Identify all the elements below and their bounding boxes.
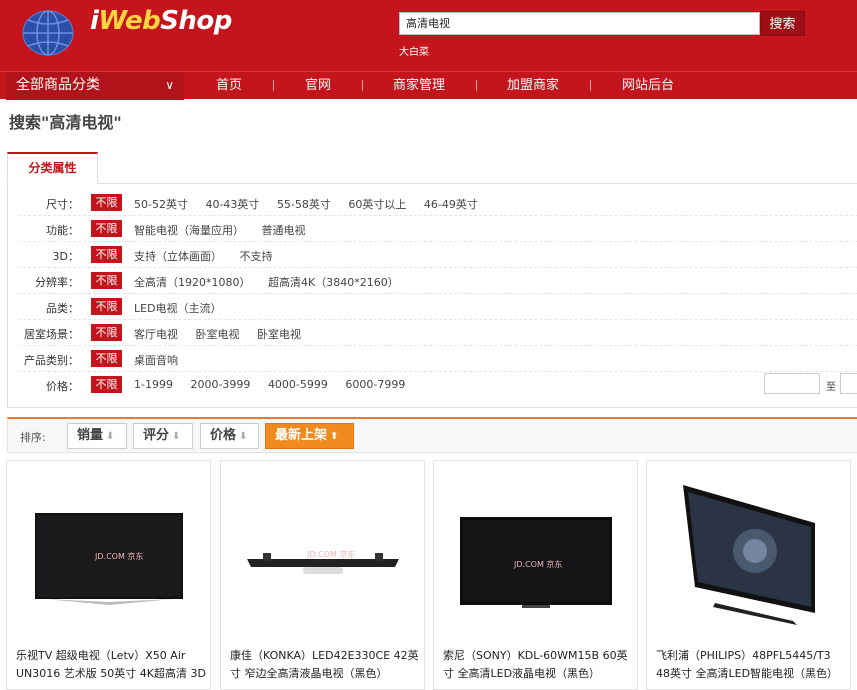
filter-option[interactable]: 1-1999 (134, 378, 173, 391)
tab-category-attributes[interactable]: 分类属性 (7, 152, 98, 184)
product-name[interactable]: 乐视TV 超级电视（Letv）X50 Air UN3016 艺术版 50英寸 4… (16, 647, 208, 683)
filter-unlimited-button[interactable]: 不限 (91, 272, 122, 289)
filter-row-resolution: 分辨率： 不限 全高清（1920*1080） 超高清4K（3840*2160） (18, 268, 857, 294)
filter-label: 分辨率： (35, 276, 79, 289)
nav-item-home[interactable]: 首页 (216, 72, 242, 100)
filter-label: 品类： (46, 302, 79, 315)
filter-option[interactable]: 55-58英寸 (277, 198, 331, 211)
filter-unlimited-button[interactable]: 不限 (91, 298, 122, 315)
image-watermark: JD.COM 京东 (513, 559, 562, 569)
filter-option[interactable]: 全高清（1920*1080） (134, 276, 251, 289)
price-min-input[interactable] (764, 373, 820, 394)
filter-unlimited-button[interactable]: 不限 (91, 194, 122, 211)
product-card[interactable]: JD.COM 京东 索尼（SONY）KDL-60WM15B 60英寸 全高清LE… (433, 460, 638, 690)
sort-button-label: 价格 (210, 428, 237, 443)
filter-label: 尺寸： (46, 198, 79, 211)
product-card[interactable]: JD.COM 京东 康佳（KONKA）LED42E330CE 42英寸 窄边全高… (220, 460, 425, 690)
filter-option[interactable]: 支持（立体画面） (134, 250, 222, 263)
filter-option[interactable]: 普通电视 (262, 224, 306, 237)
price-range-separator: 至 (826, 382, 836, 393)
filter-row-type: 品类： 不限 LED电视（主流） (18, 294, 857, 320)
logo-globe-icon (22, 10, 74, 56)
sort-button-label: 最新上架 (275, 428, 328, 443)
nav-divider (476, 80, 477, 91)
nav-divider (362, 80, 363, 91)
filter-label: 功能： (46, 224, 79, 237)
filter-option[interactable]: 4000-5999 (268, 378, 328, 391)
product-name[interactable]: 索尼（SONY）KDL-60WM15B 60英寸 全高清LED液晶电视（黑色） (443, 647, 635, 683)
product-image[interactable]: JD.COM 京东 (25, 475, 193, 645)
filter-panel: 尺寸： 不限 50-52英寸 40-43英寸 55-58英寸 60英寸以上 46… (7, 183, 857, 408)
sort-rating-button[interactable]: 评分 ⬇ (133, 423, 193, 449)
sort-button-label: 评分 (143, 428, 170, 443)
filter-option[interactable]: LED电视（主流） (134, 302, 222, 315)
arrow-up-icon: ⬆ (330, 431, 339, 442)
filter-label: 价格： (46, 380, 79, 393)
all-categories-label: 全部商品分类 (16, 77, 100, 93)
nav-item-join[interactable]: 加盟商家 (507, 72, 559, 100)
product-name[interactable]: 飞利浦（PHILIPS）48PFL5445/T3 48英寸 全高清LED智能电视… (656, 647, 848, 683)
filter-option[interactable]: 智能电视（海量应用） (134, 224, 244, 237)
product-image[interactable]: JD.COM 京东 (452, 475, 620, 645)
filter-unlimited-button[interactable]: 不限 (91, 376, 122, 393)
filter-row-room: 居室场景： 不限 客厅电视 卧室电视 卧室电视 (18, 320, 857, 346)
sort-button-label: 销量 (77, 428, 104, 443)
filter-option[interactable]: 40-43英寸 (205, 198, 259, 211)
filter-row-function: 功能： 不限 智能电视（海量应用） 普通电视 (18, 216, 857, 242)
filter-option[interactable]: 卧室电视 (196, 328, 240, 341)
main-nav: 全部商品分类 ∨ 首页 官网 商家管理 加盟商家 网站后台 (0, 71, 857, 100)
chevron-down-icon: ∨ (165, 78, 174, 92)
filter-unlimited-button[interactable]: 不限 (91, 220, 122, 237)
filter-option[interactable]: 不支持 (240, 250, 273, 263)
sort-price-button[interactable]: 价格 ⬇ (200, 423, 259, 449)
filter-label: 产品类别： (24, 354, 79, 367)
all-categories-menu[interactable]: 全部商品分类 ∨ (6, 72, 184, 100)
site-header: iWebShop 高清电视 搜索 大白菜 (0, 0, 857, 71)
search-input[interactable]: 高清电视 (399, 12, 760, 35)
image-watermark: JD.COM 京东 (94, 551, 143, 561)
filter-option[interactable]: 客厅电视 (134, 328, 178, 341)
filter-option[interactable]: 6000-7999 (345, 378, 405, 391)
filter-unlimited-button[interactable]: 不限 (91, 350, 122, 367)
filter-row-product-category: 产品类别： 不限 桌面音响 (18, 346, 857, 372)
search-button[interactable]: 搜索 (760, 11, 805, 36)
site-logo[interactable]: iWebShop (90, 6, 232, 36)
page-title: 搜索"高清电视" (9, 113, 122, 132)
filter-row-price: 价格： 不限 1-1999 2000-3999 4000-5999 6000-7… (18, 372, 857, 398)
product-image[interactable] (665, 475, 833, 645)
product-card[interactable]: 飞利浦（PHILIPS）48PFL5445/T3 48英寸 全高清LED智能电视… (646, 460, 851, 690)
image-watermark: JD.COM 京东 (306, 549, 355, 559)
hot-search-link[interactable]: 大白菜 (399, 43, 429, 58)
nav-item-backend[interactable]: 网站后台 (622, 72, 674, 100)
sort-label: 排序: (20, 431, 46, 444)
filter-label: 3D： (52, 250, 79, 263)
sort-newest-button[interactable]: 最新上架 ⬆ (265, 423, 354, 449)
filter-option[interactable]: 60英寸以上 (348, 198, 406, 211)
product-image[interactable]: JD.COM 京东 (239, 475, 407, 645)
product-name[interactable]: 康佳（KONKA）LED42E330CE 42英寸 窄边全高清液晶电视（黑色） (230, 647, 422, 683)
filter-unlimited-button[interactable]: 不限 (91, 246, 122, 263)
nav-item-seller-admin[interactable]: 商家管理 (393, 72, 445, 100)
filter-option[interactable]: 卧室电视 (257, 328, 301, 341)
arrow-down-icon: ⬇ (172, 431, 181, 442)
filter-option[interactable]: 2000-3999 (190, 378, 250, 391)
nav-item-official[interactable]: 官网 (305, 72, 331, 100)
sort-sales-button[interactable]: 销量 ⬇ (67, 423, 127, 449)
filter-row-3d: 3D： 不限 支持（立体画面） 不支持 (18, 242, 857, 268)
nav-divider (273, 80, 274, 91)
arrow-down-icon: ⬇ (239, 431, 248, 442)
filter-unlimited-button[interactable]: 不限 (91, 324, 122, 341)
filter-option[interactable]: 46-49英寸 (424, 198, 478, 211)
price-max-input[interactable] (840, 373, 857, 394)
product-card[interactable]: JD.COM 京东 乐视TV 超级电视（Letv）X50 Air UN3016 … (6, 460, 211, 690)
filter-row-size: 尺寸： 不限 50-52英寸 40-43英寸 55-58英寸 60英寸以上 46… (18, 190, 857, 216)
arrow-down-icon: ⬇ (106, 431, 115, 442)
filter-option[interactable]: 桌面音响 (134, 354, 178, 367)
filter-option[interactable]: 超高清4K（3840*2160） (268, 276, 399, 289)
filter-label: 居室场景： (24, 328, 79, 341)
nav-divider (590, 80, 591, 91)
filter-option[interactable]: 50-52英寸 (134, 198, 188, 211)
sort-bar: 排序: 销量 ⬇ 评分 ⬇ 价格 ⬇ 最新上架 ⬆ (7, 417, 857, 453)
